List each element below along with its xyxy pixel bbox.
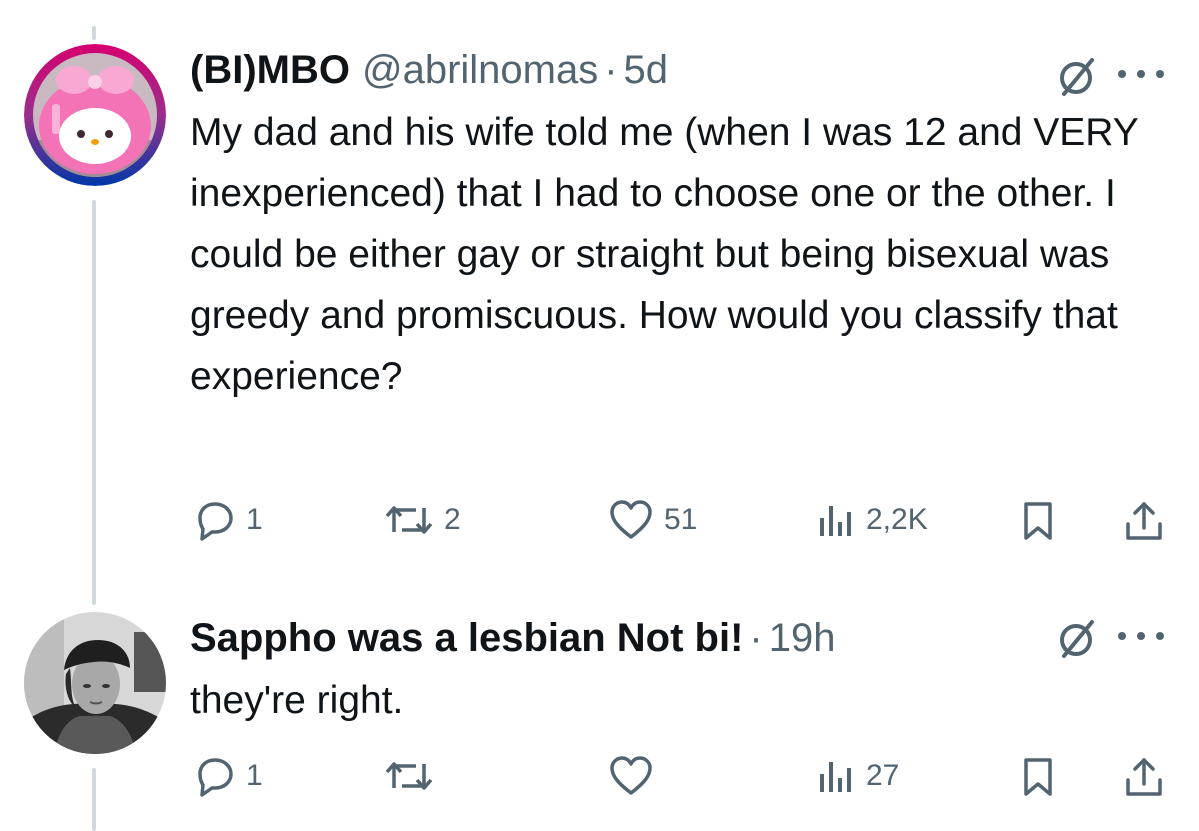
thread-line-middle bbox=[92, 200, 96, 605]
reply-bubble-icon bbox=[198, 758, 233, 797]
avatar[interactable] bbox=[24, 44, 166, 186]
timestamp[interactable]: 5d bbox=[624, 46, 669, 94]
display-name[interactable]: (BI)MBO bbox=[190, 46, 350, 94]
user-handle[interactable]: @abrilnomas bbox=[362, 46, 598, 94]
slashed-circle-icon[interactable] bbox=[1052, 52, 1100, 100]
timestamp[interactable]: 19h bbox=[769, 614, 836, 662]
thread-line-top bbox=[92, 26, 96, 40]
display-name[interactable]: Sappho was a lesbian Not bi! bbox=[190, 614, 743, 662]
repost-button[interactable] bbox=[384, 754, 444, 798]
pink-bunny-avatar bbox=[24, 44, 166, 186]
views-count: 27 bbox=[866, 759, 900, 792]
heart-icon bbox=[610, 500, 652, 539]
reply-button[interactable]: 1 bbox=[192, 498, 263, 542]
views-button[interactable]: 2,2K bbox=[816, 498, 928, 542]
heart-icon bbox=[610, 756, 652, 795]
like-button[interactable]: 51 bbox=[608, 498, 697, 542]
bookmark-icon bbox=[1024, 758, 1052, 796]
more-dots-icon[interactable] bbox=[1112, 624, 1170, 648]
reply-count: 1 bbox=[246, 759, 263, 792]
separator-dot: · bbox=[604, 48, 618, 92]
reply-count: 1 bbox=[246, 503, 263, 536]
bar-chart-icon bbox=[820, 762, 851, 792]
bookmark-icon bbox=[1024, 502, 1052, 540]
separator-dot: · bbox=[749, 616, 763, 660]
repost-count: 2 bbox=[444, 503, 461, 536]
tweet-text: My dad and his wife told me (when I was … bbox=[190, 111, 1139, 398]
share-icon bbox=[1126, 758, 1162, 796]
person-photo-avatar bbox=[24, 612, 166, 754]
repost-arrows-icon bbox=[385, 762, 433, 790]
like-count: 51 bbox=[664, 503, 698, 536]
repost-button[interactable]: 2 bbox=[384, 498, 461, 542]
bar-chart-icon bbox=[820, 506, 851, 536]
like-button[interactable] bbox=[608, 754, 664, 798]
share-button[interactable] bbox=[1122, 498, 1166, 542]
tweet-header: (BI)MBO @abrilnomas · 5d bbox=[190, 46, 668, 94]
thread-line-bottom bbox=[92, 768, 96, 831]
bookmark-button[interactable] bbox=[1018, 498, 1058, 542]
reply-button[interactable]: 1 bbox=[192, 754, 263, 798]
share-icon bbox=[1126, 502, 1162, 540]
tweet-text: they're right. bbox=[190, 679, 404, 722]
reply-bubble-icon bbox=[198, 502, 233, 541]
more-dots-icon[interactable] bbox=[1112, 62, 1170, 86]
tweet-header: Sappho was a lesbian Not bi! · 19h bbox=[190, 614, 836, 662]
avatar[interactable] bbox=[24, 612, 166, 754]
share-button[interactable] bbox=[1122, 754, 1166, 798]
repost-arrows-icon bbox=[385, 506, 433, 534]
bookmark-button[interactable] bbox=[1018, 754, 1058, 798]
views-button[interactable]: 27 bbox=[816, 754, 899, 798]
slashed-circle-icon[interactable] bbox=[1052, 614, 1100, 662]
views-count: 2,2K bbox=[866, 503, 928, 536]
